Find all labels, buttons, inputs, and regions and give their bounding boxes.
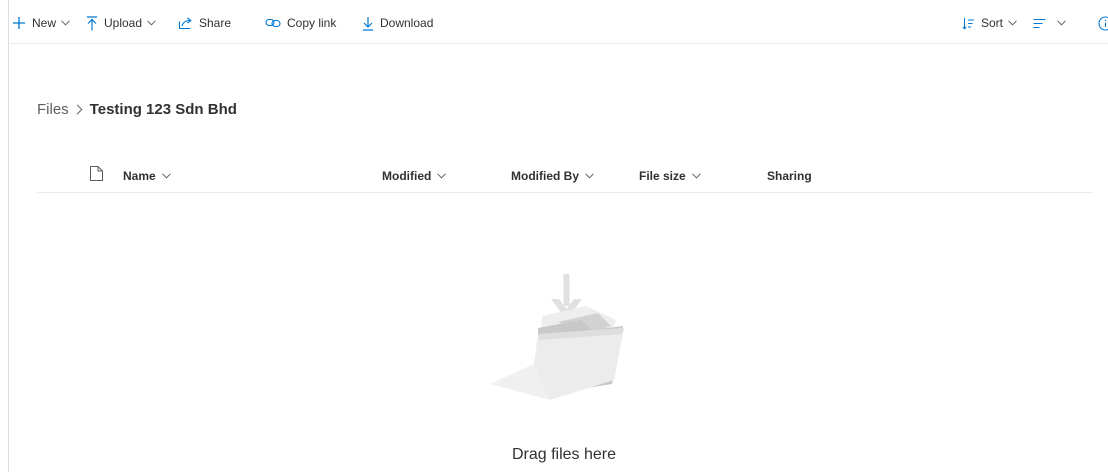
column-name-label: Name [123, 169, 156, 183]
chevron-down-icon [437, 173, 447, 179]
upload-button-label: Upload [104, 16, 143, 30]
plus-icon [12, 16, 26, 30]
breadcrumb: Files Testing 123 Sdn Bhd [37, 98, 237, 120]
chevron-down-icon [147, 20, 156, 26]
column-header-modified-by[interactable]: Modified By [511, 167, 594, 185]
download-button-label: Download [380, 16, 434, 30]
download-button[interactable]: Download [362, 13, 433, 33]
share-button[interactable]: Share [178, 13, 231, 33]
upload-icon [86, 15, 98, 31]
column-header-name[interactable]: Name [123, 167, 171, 185]
upload-button[interactable]: Upload [86, 13, 156, 33]
link-icon [265, 17, 281, 29]
info-button[interactable] [1098, 13, 1108, 33]
breadcrumb-files[interactable]: Files [37, 101, 69, 118]
column-file-size-label: File size [639, 169, 686, 183]
chevron-down-icon [161, 173, 171, 179]
column-sharing-label: Sharing [767, 169, 812, 183]
command-bar: New Upload Share Copy link Download Sort [10, 0, 1108, 44]
copy-link-button[interactable]: Copy link [265, 13, 336, 33]
view-options-button[interactable] [1033, 13, 1066, 33]
share-button-label: Share [199, 16, 232, 30]
share-icon [178, 16, 193, 30]
column-header-row: Name Modified Modified By File size Shar… [37, 160, 1093, 193]
sort-icon [962, 17, 975, 30]
info-icon [1098, 15, 1108, 31]
file-type-icon[interactable] [90, 166, 103, 186]
column-header-file-size[interactable]: File size [639, 167, 701, 185]
chevron-down-icon [1057, 20, 1066, 26]
download-icon [362, 16, 374, 31]
column-header-sharing[interactable]: Sharing [767, 167, 812, 185]
sort-button-label: Sort [981, 16, 1004, 30]
chevron-down-icon [691, 173, 701, 179]
empty-state-message: Drag files here [511, 446, 617, 463]
column-modified-by-label: Modified By [511, 169, 579, 183]
chevron-down-icon [585, 173, 594, 179]
column-modified-label: Modified [382, 169, 432, 183]
copy-link-button-label: Copy link [287, 16, 337, 30]
folder-drop-illustration [486, 268, 628, 409]
chevron-down-icon [1008, 20, 1017, 26]
sort-button[interactable]: Sort [962, 13, 1017, 33]
view-options-icon [1033, 18, 1046, 29]
left-pane-border [8, 0, 9, 472]
chevron-down-icon [61, 20, 70, 26]
column-header-modified[interactable]: Modified [382, 167, 447, 185]
new-button[interactable]: New [12, 13, 70, 33]
new-button-label: New [32, 16, 57, 30]
breadcrumb-current: Testing 123 Sdn Bhd [89, 100, 237, 118]
chevron-right-icon [76, 103, 83, 115]
